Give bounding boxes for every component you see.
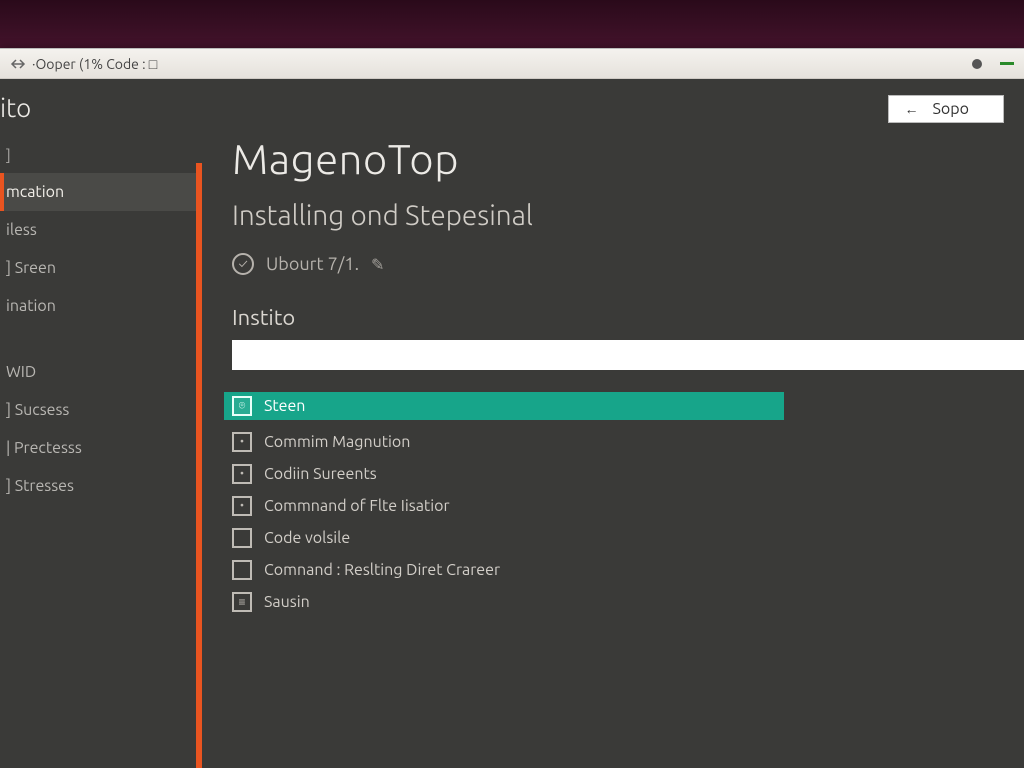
list-item-highlight[interactable]: ⌾ Steen [224,392,784,420]
sidebar-item-label: ] Sucsess [6,401,69,419]
content-area: ito ] mcation iless ] Sreen ination WID … [0,79,1024,768]
sidebar-item-label: | Prectesss [6,439,82,457]
sidebar-item[interactable]: iless [0,211,196,249]
sidebar-brand: ito [0,79,196,136]
window-title: ·Ooper (1% Code : □ [32,56,157,72]
list-item[interactable]: • Codiin Sureents [232,464,792,484]
box-icon: • [232,496,252,516]
window-titlebar[interactable]: ·Ooper (1% Code : □ [0,49,1024,79]
window-control-dot[interactable] [972,59,982,69]
sidebar-item[interactable]: | Prectesss [0,429,196,467]
meta-text: Ubourt 7/1. [266,254,359,274]
list-item-label: Steen [264,397,305,415]
sidebar-item-label: ] Stresses [6,477,74,495]
list-item-label: Comnand : Reslting Diret Crareer [264,561,500,579]
sidebar-item-label: iless [6,221,37,239]
list-item-label: Commnand of Flte Iisatior [264,497,450,515]
sidebar-item[interactable]: ] [0,136,196,173]
sidebar: ito ] mcation iless ] Sreen ination WID … [0,79,196,768]
list-item[interactable]: Code volsile [232,528,792,548]
main-panel: Sopo MagenoTop Installing ond Stepesinal… [202,79,1024,768]
page-title: MagenoTop [232,135,1024,182]
list-item-label: Commim Magnution [264,433,410,451]
sidebar-item[interactable]: ination [0,287,196,325]
sidebar-item[interactable]: ] Stresses [0,467,196,505]
section-label: Instito [232,305,1024,330]
app-window: ·Ooper (1% Code : □ ito ] mcation iless … [0,48,1024,768]
checkbox-icon [232,560,252,580]
list-item[interactable]: • Commim Magnution [232,432,792,452]
list-item[interactable]: Sausin [232,592,792,612]
list-item[interactable]: • Commnand of Flte Iisatior [232,496,792,516]
back-pill-label: Sopo [933,100,969,118]
search-input[interactable] [232,340,1024,370]
sidebar-item-label: mcation [6,183,64,201]
badge-icon: ⌾ [232,396,252,416]
sidebar-item-active[interactable]: mcation [0,173,196,211]
list-item-label: Sausin [264,593,310,611]
pencil-icon[interactable]: ✎ [371,255,384,274]
box-icon: • [232,464,252,484]
sidebar-item-label: ] Sreen [6,259,56,277]
window-controls [972,59,1014,69]
list-item[interactable]: Comnand : Reslting Diret Crareer [232,560,792,580]
checkbox-icon [232,528,252,548]
list-lines-icon [232,592,252,612]
option-list: ⌾ Steen • Commim Magnution • Codiin Sure… [232,392,792,612]
sidebar-item-label: ination [6,297,56,315]
window-minimize-icon[interactable] [1000,62,1014,65]
sidebar-item[interactable]: WID [0,353,196,391]
sidebar-item[interactable]: ] Sreen [0,249,196,287]
list-item-label: Code volsile [264,529,350,547]
sidebar-item-label: WID [6,363,36,381]
app-icon [10,56,26,72]
check-circle-icon: ✓ [232,253,254,275]
page-subtitle: Installing ond Stepesinal [232,200,1024,231]
desktop-menubar-area [0,0,1024,48]
meta-row: ✓ Ubourt 7/1. ✎ [232,253,1024,275]
box-icon: • [232,432,252,452]
sidebar-item[interactable]: ] Sucsess [0,391,196,429]
back-pill-button[interactable]: Sopo [888,95,1004,123]
list-item-label: Codiin Sureents [264,465,377,483]
sidebar-item-label: ] [6,146,11,163]
